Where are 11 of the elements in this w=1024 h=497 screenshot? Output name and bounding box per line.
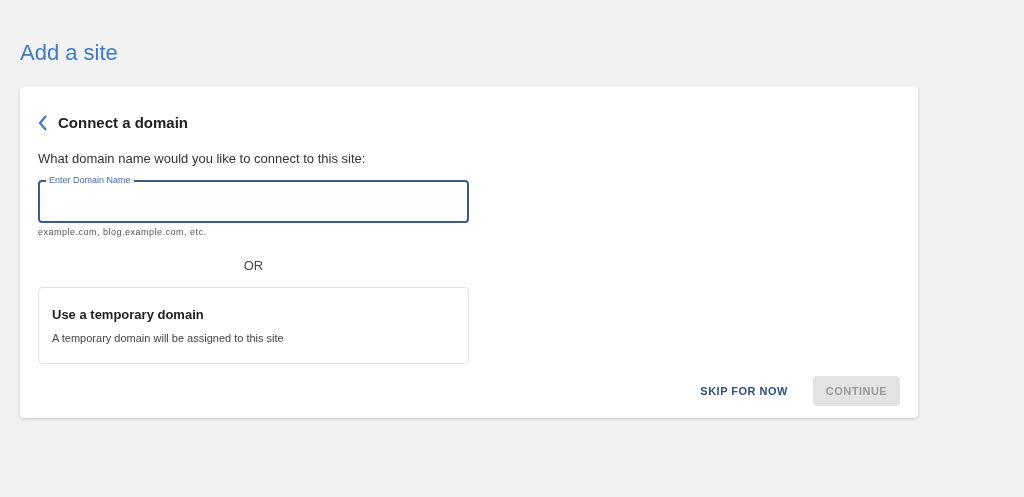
question-text: What domain name would you like to connect to this site: [38,149,366,168]
field-label: Enter Domain Name [46,174,134,186]
page-title: Add a site [20,39,118,67]
option-description: A temporary domain will be assigned to this site [52,330,284,346]
skip-button[interactable]: SKIP FOR NOW [688,376,800,406]
option-title: Use a temporary domain [52,306,204,324]
helper-text: example.com, blog.example.com, etc. [38,226,207,239]
back-chevron-icon[interactable] [38,115,48,132]
or-separator: OR [243,256,264,275]
temporary-domain-option[interactable]: Use a temporary domain A temporary domain will be assigned to this site [38,287,469,364]
section-heading: Connect a domain [58,113,188,133]
